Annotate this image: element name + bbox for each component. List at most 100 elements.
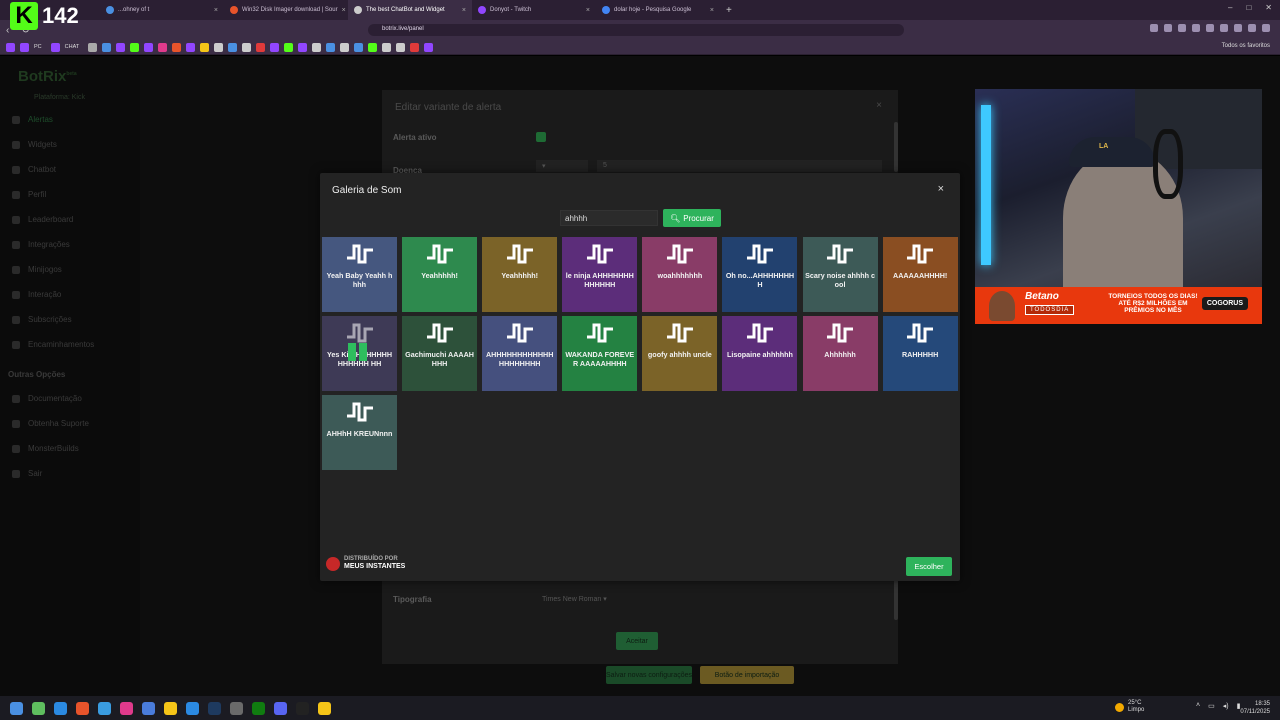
taskbar-app-icon[interactable] (208, 701, 221, 715)
chevron-up-icon[interactable]: ˄ (1196, 702, 1200, 710)
extension-icon[interactable] (1164, 24, 1172, 32)
browser-tab[interactable]: Donyot - Twitch × (472, 0, 596, 20)
font-select[interactable]: Times New Roman ▾ (536, 593, 632, 605)
taskbar-app-icon[interactable] (164, 701, 177, 715)
sound-card[interactable]: Ahhhhhh (802, 316, 878, 391)
taskbar-app-icon[interactable] (32, 701, 45, 715)
taskbar-app-icon[interactable] (186, 701, 199, 715)
sound-card[interactable]: Yeahhhhh! (482, 237, 558, 312)
bookmark-icon[interactable] (186, 42, 196, 52)
sidebar-item-documentacao[interactable]: Documentação (12, 394, 82, 403)
alert-active-checkbox[interactable] (536, 132, 546, 142)
sound-card[interactable]: Yeah Baby Yeahh hhhh (322, 237, 397, 312)
bookmark-label[interactable]: CHAT (65, 44, 80, 50)
sound-card[interactable]: le ninja AHHHHHHHHHHHHH (562, 237, 638, 312)
close-icon[interactable]: × (214, 7, 218, 14)
bookmark-icon[interactable] (242, 42, 252, 52)
bookmark-icon[interactable] (200, 42, 210, 52)
taskbar-app-icon[interactable] (318, 701, 331, 715)
bookmark-icon[interactable] (298, 42, 308, 52)
start-icon[interactable] (10, 701, 23, 715)
bookmark-icon[interactable] (158, 42, 168, 52)
browser-tab[interactable]: Win32 Disk Imager download | Sour × (224, 0, 348, 20)
doenca-value[interactable]: 5 (597, 160, 882, 172)
sidebar-item-alertas[interactable]: Alertas (12, 115, 53, 124)
sidebar-item-widgets[interactable]: Widgets (12, 140, 57, 149)
taskbar-app-icon[interactable] (230, 701, 243, 715)
sound-card[interactable]: goofy ahhhh uncle (642, 316, 718, 391)
taskbar-app-icon[interactable] (142, 701, 155, 715)
bookmark-label[interactable]: PC (34, 44, 42, 50)
extension-icon[interactable] (1248, 24, 1256, 32)
sidebar-item-subscricoes[interactable]: Subscrições (12, 315, 72, 324)
close-icon[interactable]: × (876, 100, 882, 111)
sidebar-item-integracoes[interactable]: Integrações (12, 240, 70, 249)
taskbar-app-icon[interactable] (296, 701, 309, 715)
sidebar-item-sair[interactable]: Sair (12, 469, 42, 478)
browser-tab[interactable]: dolar hoje - Pesquisa Google × (596, 0, 720, 20)
sidebar-item-leaderboard[interactable]: Leaderboard (12, 215, 73, 224)
sound-card[interactable]: Oh no...AHHHHHHHH (722, 237, 798, 312)
clock[interactable]: 18:35 07/11/2025 (1240, 700, 1270, 716)
taskbar-app-icon[interactable] (252, 701, 265, 715)
extension-icon[interactable] (1178, 24, 1186, 32)
sidebar-item-encaminhamentos[interactable]: Encaminhamentos (12, 340, 94, 349)
bookmark-icon[interactable] (144, 42, 154, 52)
extension-icon[interactable] (1262, 24, 1270, 32)
bookmark-icon[interactable] (382, 42, 392, 52)
all-bookmarks-link[interactable]: Todos os favoritos (1222, 43, 1270, 49)
sidebar-item-monsterbuilds[interactable]: MonsterBuilds (12, 444, 79, 453)
browser-tab-active[interactable]: The best ChatBot and Widget × (348, 0, 472, 20)
sound-card[interactable]: Scary noise ahhhh cool (802, 237, 878, 312)
bookmark-icon[interactable] (88, 42, 98, 52)
sound-card[interactable]: AHHHHHHHHHHHHHHHHHHHH (482, 316, 558, 391)
bookmark-icon[interactable] (270, 42, 280, 52)
minimize-icon[interactable]: – (1228, 3, 1232, 12)
bookmark-icon[interactable] (326, 42, 336, 52)
sidebar-item-perfil[interactable]: Perfil (12, 190, 46, 199)
bookmark-icon[interactable] (312, 42, 322, 52)
bookmark-icon[interactable] (396, 42, 406, 52)
new-tab-button[interactable]: + (726, 5, 732, 16)
bookmark-icon[interactable] (284, 42, 294, 52)
maximize-icon[interactable]: □ (1246, 3, 1251, 12)
taskbar-app-icon[interactable] (98, 701, 111, 715)
sound-card[interactable]: AAAAAAHHHH! (882, 237, 958, 312)
sound-card[interactable]: RAHHHHH (882, 316, 958, 391)
bookmark-icon[interactable] (50, 42, 60, 52)
extension-icon[interactable] (1150, 24, 1158, 32)
brand-logo[interactable]: BotRixbeta (18, 68, 77, 85)
bookmark-icon[interactable] (6, 42, 15, 52)
sound-search-input[interactable] (560, 210, 658, 226)
close-icon[interactable]: × (342, 7, 346, 14)
save-settings-button[interactable]: Salvar novas configurações (606, 666, 692, 684)
bookmark-icon[interactable] (102, 42, 112, 52)
bookmark-icon[interactable] (20, 42, 29, 52)
bookmark-icon[interactable] (354, 42, 364, 52)
bookmark-icon[interactable] (410, 42, 420, 52)
taskbar-app-icon[interactable] (274, 701, 287, 715)
weather-widget[interactable]: 25°C Limpo (1115, 700, 1144, 714)
sidebar-item-chatbot[interactable]: Chatbot (12, 165, 56, 174)
taskbar-app-icon[interactable] (54, 701, 67, 715)
doenca-select[interactable]: ▾ (536, 160, 588, 172)
bookmark-icon[interactable] (256, 42, 266, 52)
extension-icon[interactable] (1206, 24, 1214, 32)
bookmark-icon[interactable] (130, 42, 140, 52)
volume-icon[interactable]: ◂) (1223, 702, 1229, 710)
taskbar-app-icon[interactable] (76, 701, 89, 715)
sound-card[interactable]: Gachimuchi AAAAHHHH (402, 316, 478, 391)
extension-icon[interactable] (1192, 24, 1200, 32)
pause-icon[interactable] (348, 343, 367, 361)
import-button[interactable]: Botão de importação (700, 666, 794, 684)
sidebar-item-minijogos[interactable]: Minijogos (12, 265, 62, 274)
close-icon[interactable]: × (710, 7, 714, 14)
accept-button[interactable]: Aceitar (616, 632, 658, 650)
bookmark-icon[interactable] (368, 42, 378, 52)
sidebar-item-interacao[interactable]: Interação (12, 290, 61, 299)
sound-card[interactable]: Yes Ki HHHHHHHHHHHHHH HH (322, 316, 397, 391)
bookmark-icon[interactable] (172, 42, 182, 52)
sound-card[interactable]: Yeahhhhh! (402, 237, 478, 312)
distributor-credit[interactable]: DISTRIBUÍDO POR MEUS INSTANTES (326, 556, 405, 571)
search-button[interactable]: 🔍︎ Procurar (663, 209, 721, 227)
